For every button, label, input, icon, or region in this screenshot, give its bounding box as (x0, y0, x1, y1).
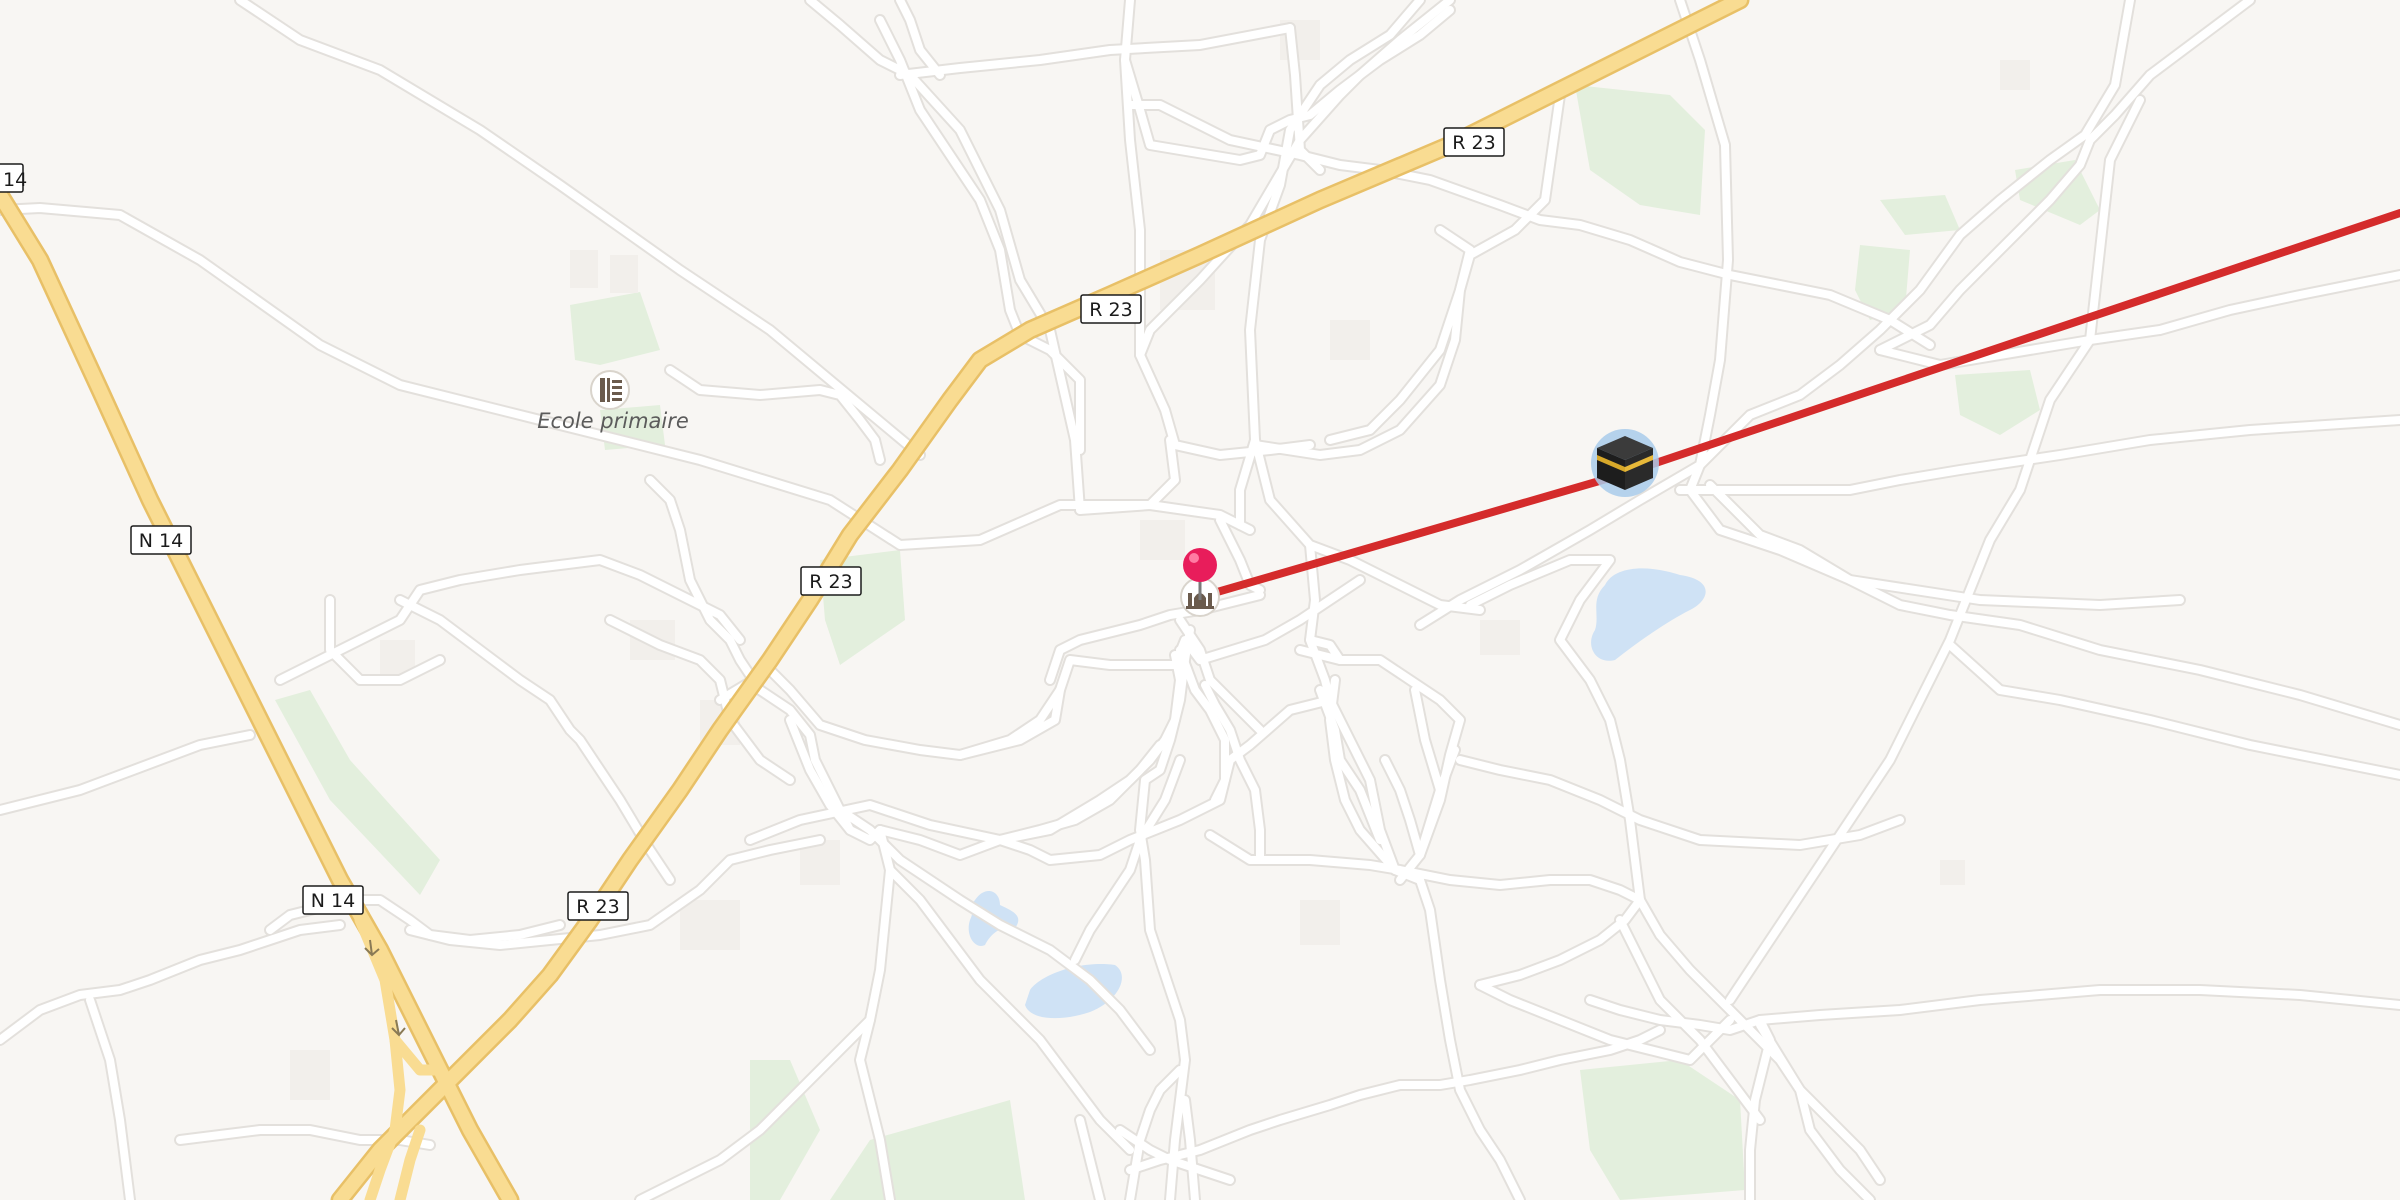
road-shield-r23-bottom: R 23 (567, 891, 629, 921)
park (1955, 370, 2040, 435)
building (2000, 60, 2030, 90)
road-shield-r23-upper: R 23 (1080, 294, 1142, 324)
building (680, 900, 740, 950)
park (570, 292, 660, 365)
building (1480, 620, 1520, 655)
road-shield-n14-top: N 14 (0, 163, 27, 193)
road-shield-label: R 23 (1089, 299, 1132, 321)
road-shield-n14-mid: N 14 (130, 525, 192, 555)
park (830, 1100, 1025, 1200)
park (1880, 195, 1960, 235)
building (610, 255, 638, 293)
road-shield-label: R 23 (809, 571, 852, 593)
road-shield-n14-bottom: N 14 (302, 885, 364, 915)
map-canvas[interactable]: N 14 N 14 N 14 R 23 R 23 R 23 R 23 Ecol (0, 0, 2400, 1200)
school-label: Ecole primaire (537, 409, 689, 433)
road-shield-r23-top: R 23 (1443, 127, 1505, 157)
route-line (1196, 209, 2400, 601)
road-shield-r23-mid: R 23 (800, 566, 862, 596)
building (1940, 860, 1965, 885)
school-poi[interactable]: Ecole primaire (537, 370, 689, 433)
road-shield-label: R 23 (1452, 132, 1495, 154)
road-shield-label: N 14 (0, 169, 27, 191)
road-n14 (0, 188, 517, 1200)
building (1300, 900, 1340, 945)
pond (1591, 568, 1706, 661)
building (290, 1050, 330, 1100)
park (1575, 85, 1705, 215)
road-shield-label: R 23 (576, 896, 619, 918)
park (1580, 1060, 1745, 1200)
building (1330, 320, 1370, 360)
map-view[interactable]: N 14 N 14 N 14 R 23 R 23 R 23 R 23 Ecol (0, 0, 2400, 1200)
road-shield-label: N 14 (311, 890, 355, 912)
road-shield-label: N 14 (139, 530, 183, 552)
building (1140, 520, 1185, 560)
kaaba-poi[interactable] (1591, 429, 1659, 497)
building (570, 250, 598, 288)
